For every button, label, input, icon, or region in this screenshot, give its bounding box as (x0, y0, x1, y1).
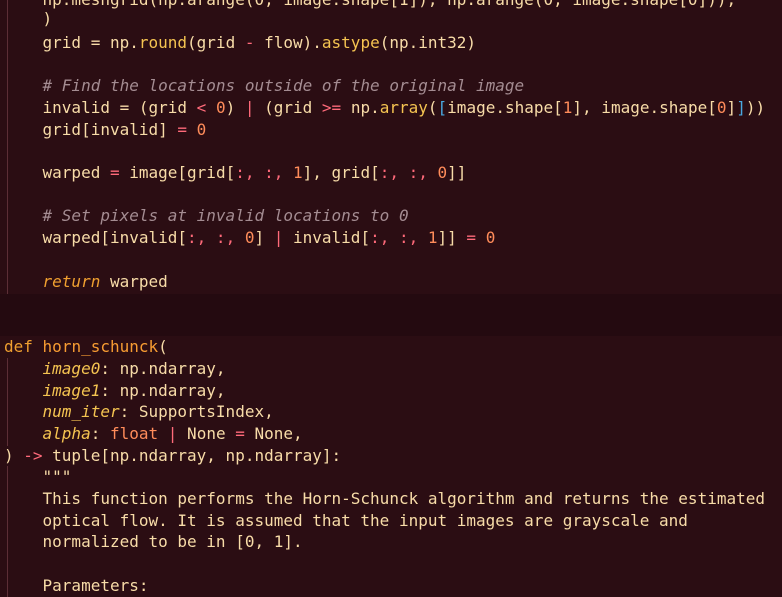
number: 1 (427, 228, 438, 247)
code-line: ) -> tuple[np.ndarray, np.ndarray]: (4, 445, 341, 467)
code-line: return warped (4, 271, 168, 293)
number: 0 (196, 120, 207, 139)
code-text: ] (254, 228, 274, 247)
code-line: Parameters: (4, 575, 149, 597)
code-text: grid[invalid] (4, 120, 178, 139)
bracket: ] (736, 98, 746, 117)
code-text: ) (4, 446, 24, 465)
code-line: normalized to be in [0, 1]. (4, 531, 303, 553)
code-line: """ (4, 466, 72, 488)
function-name: horn_schunck (42, 337, 159, 356)
comment: # Find the locations outside of the orig… (4, 76, 525, 95)
code-text: invalid = (grid (4, 98, 197, 117)
keyword: return (42, 272, 101, 291)
code-text: ]] (447, 163, 467, 182)
code-line: # Find the locations outside of the orig… (4, 75, 525, 97)
code-text: image[grid[ (119, 163, 236, 182)
parameter-name: alpha (42, 424, 91, 443)
number: 0 (716, 98, 727, 117)
code-text: None (177, 424, 236, 443)
code-text: ]] (437, 228, 467, 247)
code-text: grid = np. (4, 33, 139, 52)
docstring: normalized to be in [0, 1]. (4, 532, 303, 551)
number: 0 (437, 163, 448, 182)
code-text: (grid (187, 33, 245, 52)
parameter-name: image1 (42, 381, 101, 400)
code-text: warped (100, 272, 168, 291)
code-text: ] (726, 98, 737, 117)
operator: = (109, 163, 120, 182)
code-text: np.meshgrid(np.arange(0, image.shape[1])… (4, 0, 737, 9)
number: 1 (562, 98, 573, 117)
bracket: [ (437, 98, 448, 117)
operator: -> (23, 446, 43, 465)
code-line: warped[invalid[:, :, 0] | invalid[:, :, … (4, 227, 496, 249)
code-line: def horn_schunck( (4, 336, 168, 358)
docstring: Parameters: (4, 576, 149, 595)
code-editor[interactable]: np.meshgrid(np.arange(0, image.shape[1])… (0, 0, 782, 597)
code-text: (grid (254, 98, 322, 117)
slice-text: :, :, (235, 163, 293, 182)
code-text: warped[invalid[ (4, 228, 188, 247)
code-text: tuple[np.ndarray, np.ndarray]: (42, 446, 342, 465)
operator: = (177, 120, 188, 139)
builtin-type: float (109, 424, 159, 443)
code-text: ( (427, 98, 438, 117)
code-line: grid = np.round(grid - flow).astype(np.i… (4, 32, 477, 54)
code-text: ], image.shape[ (572, 98, 717, 117)
code-text: None, (244, 424, 303, 443)
keyword: def (4, 337, 33, 356)
operator: = (235, 424, 245, 443)
code-line: This function performs the Horn-Schunck … (4, 488, 765, 510)
comment: # Set pixels at invalid locations to 0 (4, 206, 409, 225)
docstring: """ (4, 467, 72, 486)
slice-text: :, :, (379, 163, 438, 182)
code-line: # Set pixels at invalid locations to 0 (4, 205, 409, 227)
slice-text: :, :, (370, 228, 428, 247)
code-text: np. (341, 98, 380, 117)
code-text: ) (42, 9, 53, 28)
code-text: ], grid[ (302, 163, 380, 182)
operator: >= (321, 98, 342, 117)
docstring: optical flow. It is assumed that the inp… (4, 511, 688, 530)
code-text: flow). (254, 33, 322, 52)
operator: | (273, 228, 284, 247)
code-text: image.shape[ (447, 98, 563, 117)
code-text: : np.ndarray, (100, 381, 226, 400)
code-line: image1: np.ndarray, (4, 380, 226, 402)
code-line: image0: np.ndarray, (4, 358, 226, 380)
number: 0 (215, 98, 226, 117)
slice-text: :, :, (187, 228, 245, 247)
operator: < (196, 98, 207, 117)
parameter-name: num_iter (42, 402, 120, 421)
parameter-name: image0 (42, 359, 101, 378)
function-name: astype (321, 33, 380, 52)
code-text: (np.int32) (379, 33, 477, 52)
code-text: ) (225, 98, 245, 117)
code-text: : SupportsIndex, (119, 402, 274, 421)
blank-lines-band (0, 294, 782, 336)
code-text: )) (745, 98, 766, 117)
code-line: alpha: float | None = None, (4, 423, 303, 445)
code-line: warped = image[grid[:, :, 1], grid[:, :,… (4, 162, 467, 184)
code-text: warped (4, 163, 110, 182)
function-name: round (138, 33, 188, 52)
code-line: grid[invalid] = 0 (4, 119, 207, 141)
code-line: invalid = (grid < 0) | (grid >= np.array… (4, 97, 766, 119)
docstring: This function performs the Horn-Schunck … (4, 489, 765, 508)
code-text: invalid[ (283, 228, 371, 247)
code-line: num_iter: SupportsIndex, (4, 401, 274, 423)
operator: = (466, 228, 477, 247)
code-text: ( (158, 337, 168, 356)
code-line: optical flow. It is assumed that the inp… (4, 510, 688, 532)
code-line: ) (4, 8, 53, 30)
code-line: np.meshgrid(np.arange(0, image.shape[1])… (4, 0, 737, 11)
number: 0 (485, 228, 496, 247)
number: 1 (293, 163, 303, 182)
function-name: array (379, 98, 428, 117)
code-text: : (90, 424, 110, 443)
code-text: : np.ndarray, (100, 359, 226, 378)
operator: | (167, 424, 178, 443)
